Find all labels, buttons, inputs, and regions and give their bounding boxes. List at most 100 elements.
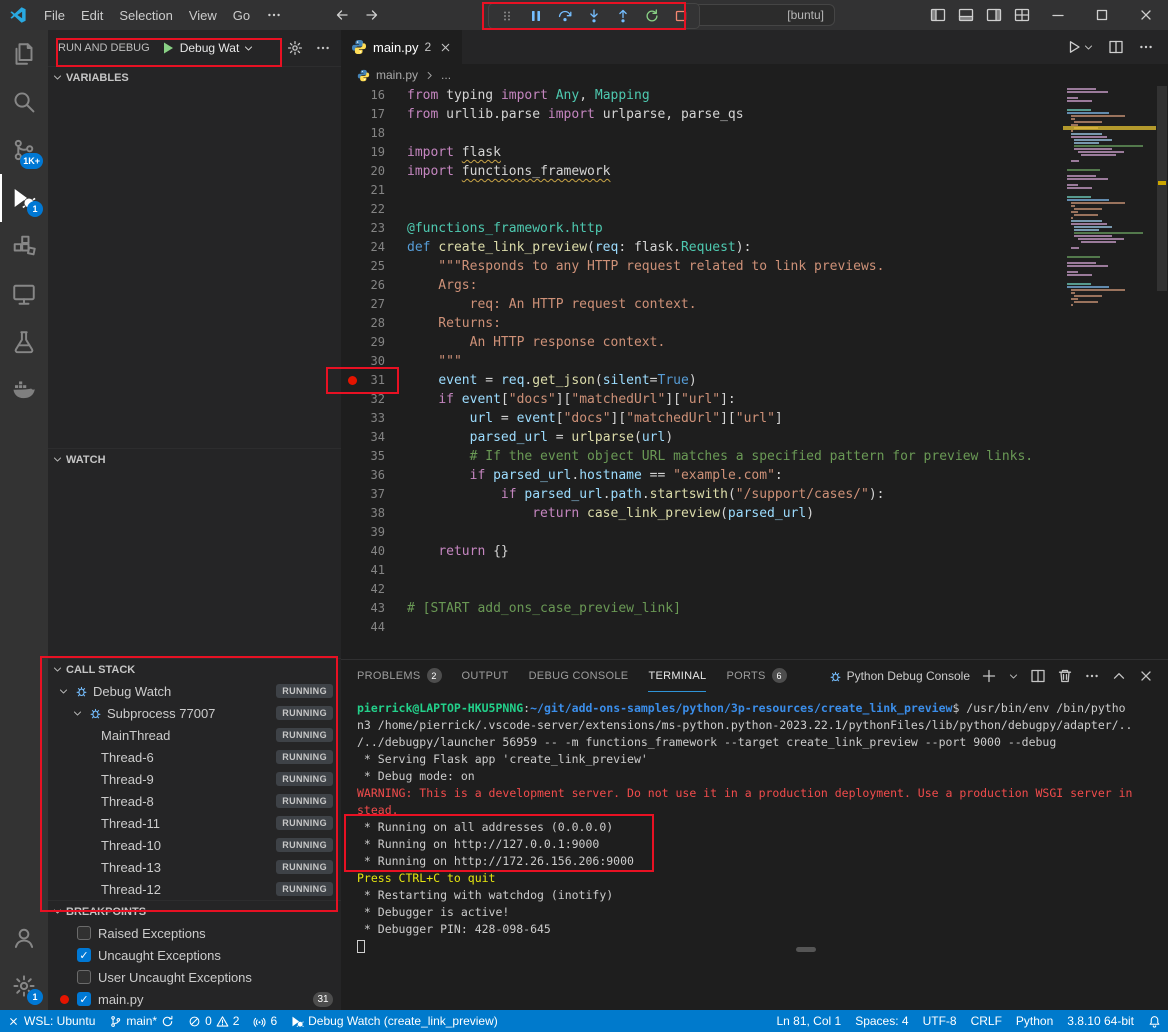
callstack-section-header[interactable]: CALL STACK	[48, 658, 341, 680]
activity-extensions[interactable]	[0, 222, 48, 270]
line-gutter[interactable]: 30	[341, 352, 407, 371]
toggle-secondary-sidebar-icon[interactable]	[980, 0, 1008, 30]
toggle-panel-icon[interactable]	[952, 0, 980, 30]
settings-button[interactable]: 1	[0, 962, 48, 1010]
callstack-item[interactable]: MainThreadRUNNING	[48, 724, 341, 746]
breakpoint-item[interactable]: Uncaught Exceptions	[48, 944, 341, 966]
indentation[interactable]: Spaces: 4	[848, 1010, 915, 1032]
breakpoint-checkbox[interactable]	[77, 948, 91, 962]
callstack-item[interactable]: Thread-11RUNNING	[48, 812, 341, 834]
minimize-button[interactable]	[1036, 0, 1080, 30]
line-gutter[interactable]: 24	[341, 238, 407, 257]
callstack-item[interactable]: Thread-8RUNNING	[48, 790, 341, 812]
kill-terminal-icon[interactable]	[1057, 668, 1073, 684]
cursor-position[interactable]: Ln 81, Col 1	[769, 1010, 848, 1032]
variables-section-header[interactable]: VARIABLES	[48, 66, 341, 88]
run-file-icon[interactable]	[1066, 39, 1082, 55]
maximize-button[interactable]	[1080, 0, 1124, 30]
forward-icon[interactable]	[364, 7, 380, 23]
menu-more-icon[interactable]	[258, 4, 290, 26]
breakpoints-section-header[interactable]: BREAKPOINTS	[48, 900, 341, 922]
callstack-item[interactable]: Subprocess 77007RUNNING	[48, 702, 341, 724]
split-editor-icon[interactable]	[1108, 39, 1124, 55]
close-window-button[interactable]	[1124, 0, 1168, 30]
editor-more-icon[interactable]	[1138, 39, 1154, 55]
menu-view[interactable]: View	[181, 5, 225, 26]
panel-tab-debug-console[interactable]: DEBUG CONSOLE	[529, 660, 629, 692]
line-gutter[interactable]: 36	[341, 466, 407, 485]
watch-section-header[interactable]: WATCH	[48, 448, 341, 470]
active-terminal[interactable]: Python Debug Console	[829, 669, 970, 683]
language-mode[interactable]: Python	[1009, 1010, 1060, 1032]
line-gutter[interactable]: 28	[341, 314, 407, 333]
panel-tab-output[interactable]: OUTPUT	[462, 660, 509, 692]
line-gutter[interactable]: 25	[341, 257, 407, 276]
breakpoint-item[interactable]: User Uncaught Exceptions	[48, 966, 341, 988]
views-more-icon[interactable]	[315, 40, 331, 56]
encoding[interactable]: UTF-8	[916, 1010, 964, 1032]
line-gutter[interactable]: 44	[341, 618, 407, 637]
debug-session-status[interactable]: Debug Watch (create_link_preview)	[284, 1010, 505, 1032]
python-interpreter[interactable]: 3.8.10 64-bit	[1060, 1010, 1141, 1032]
line-gutter[interactable]: 29	[341, 333, 407, 352]
breadcrumb-file[interactable]: main.py	[376, 68, 418, 82]
run-python-file[interactable]	[1066, 39, 1094, 55]
line-gutter[interactable]: 18	[341, 124, 407, 143]
activity-search[interactable]	[0, 78, 48, 126]
activity-run-debug[interactable]: 1	[0, 174, 48, 222]
tab-main-py[interactable]: main.py 2	[341, 30, 463, 64]
breakpoint-checkbox[interactable]	[77, 992, 91, 1006]
panel-more-icon[interactable]	[1084, 668, 1100, 684]
callstack-item[interactable]: Thread-9RUNNING	[48, 768, 341, 790]
toggle-sidebar-icon[interactable]	[924, 0, 952, 30]
callstack-item[interactable]: Thread-13RUNNING	[48, 856, 341, 878]
step-out-button[interactable]	[610, 5, 636, 27]
start-debugging-icon[interactable]	[160, 40, 176, 56]
minimap[interactable]	[1063, 86, 1156, 659]
line-gutter[interactable]: 34	[341, 428, 407, 447]
back-icon[interactable]	[334, 7, 350, 23]
line-gutter[interactable]: 38	[341, 504, 407, 523]
line-gutter[interactable]: 23	[341, 219, 407, 238]
scrollbar-thumb[interactable]	[1157, 86, 1167, 291]
panel-tab-ports[interactable]: PORTS6	[726, 660, 786, 692]
close-panel-icon[interactable]	[1138, 668, 1154, 684]
stop-button[interactable]	[668, 5, 694, 27]
maximize-panel-icon[interactable]	[1111, 668, 1127, 684]
split-terminal-icon[interactable]	[1030, 668, 1046, 684]
line-gutter[interactable]: 17	[341, 105, 407, 124]
accounts-button[interactable]	[0, 914, 48, 962]
menu-go[interactable]: Go	[225, 5, 258, 26]
terminal-scrollbar-thumb[interactable]	[796, 947, 816, 952]
remote-indicator[interactable]: WSL: Ubuntu	[0, 1010, 102, 1032]
customize-layout-icon[interactable]	[1008, 0, 1036, 30]
terminal-dropdown-icon[interactable]	[1008, 671, 1019, 682]
line-gutter[interactable]: 27	[341, 295, 407, 314]
step-into-button[interactable]	[581, 5, 607, 27]
line-gutter[interactable]: 35	[341, 447, 407, 466]
code-editor[interactable]: 16from typing import Any, Mapping17from …	[341, 86, 1156, 659]
activity-explorer[interactable]	[0, 30, 48, 78]
line-gutter[interactable]: 31	[341, 371, 407, 390]
menu-edit[interactable]: Edit	[73, 5, 111, 26]
line-gutter[interactable]: 26	[341, 276, 407, 295]
line-gutter[interactable]: 39	[341, 523, 407, 542]
line-gutter[interactable]: 21	[341, 181, 407, 200]
menu-file[interactable]: File	[36, 5, 73, 26]
line-gutter[interactable]: 16	[341, 86, 407, 105]
toolbar-drag-handle[interactable]	[494, 5, 520, 27]
line-gutter[interactable]: 20	[341, 162, 407, 181]
breakpoint-icon[interactable]	[348, 376, 357, 385]
activity-source-control[interactable]: 1K+	[0, 126, 48, 174]
line-gutter[interactable]: 41	[341, 561, 407, 580]
line-gutter[interactable]: 43	[341, 599, 407, 618]
line-gutter[interactable]: 19	[341, 143, 407, 162]
line-gutter[interactable]: 37	[341, 485, 407, 504]
pause-button[interactable]	[523, 5, 549, 27]
line-gutter[interactable]: 22	[341, 200, 407, 219]
start-debug-dropdown[interactable]: Debug Wat	[160, 40, 255, 56]
breakpoint-item[interactable]: main.py31	[48, 988, 341, 1010]
callstack-item[interactable]: Debug WatchRUNNING	[48, 680, 341, 702]
editor-scrollbar[interactable]	[1156, 86, 1168, 659]
configure-gear-icon[interactable]	[287, 40, 303, 56]
